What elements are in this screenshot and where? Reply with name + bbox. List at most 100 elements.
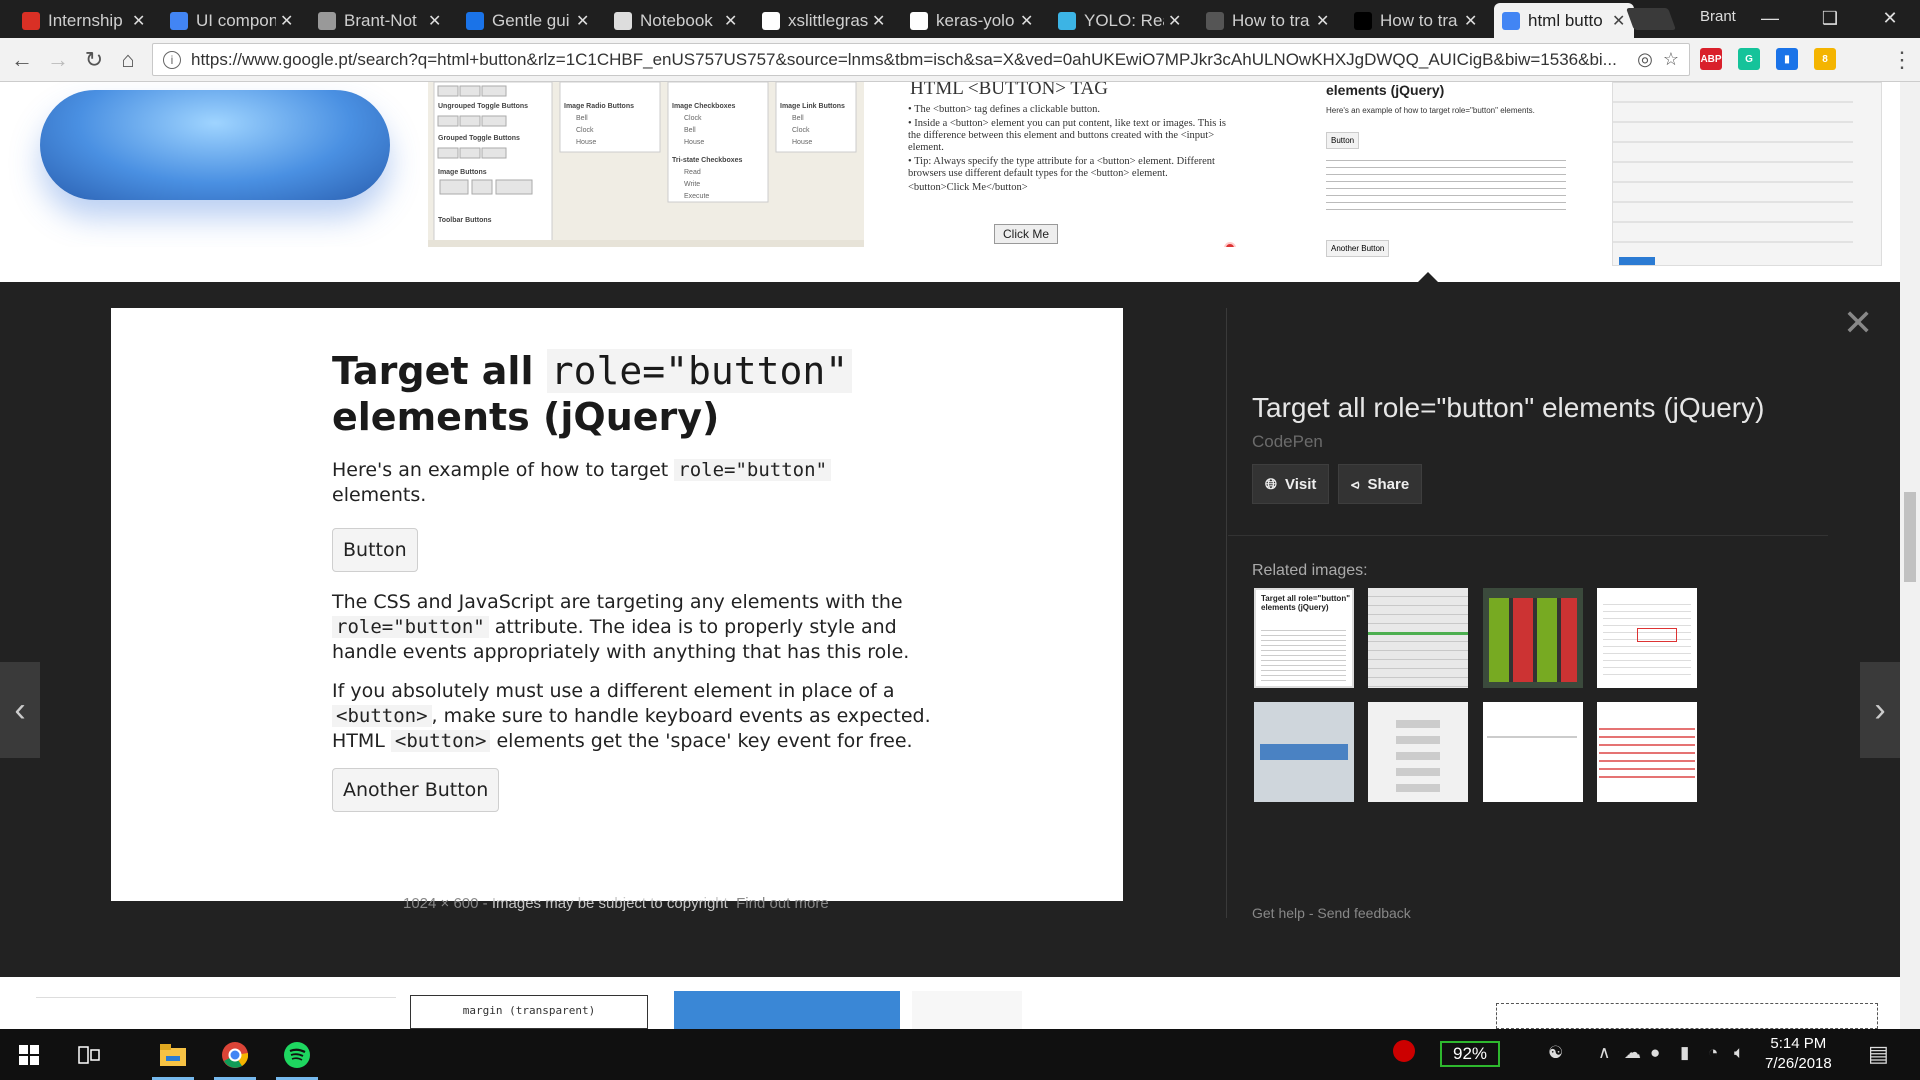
tab-close-icon[interactable]: ✕: [1316, 11, 1330, 31]
related-image-6[interactable]: [1368, 702, 1468, 802]
tab-10[interactable]: How to tra ✕: [1346, 3, 1486, 38]
form-settings-button: [1619, 257, 1655, 265]
next-image-arrow[interactable]: ›: [1860, 662, 1900, 758]
home-icon[interactable]: ⌂: [114, 46, 142, 74]
bottom-thumb-box-model[interactable]: [1496, 1003, 1878, 1029]
tab-4[interactable]: Gentle gui ✕: [458, 3, 598, 38]
related-image-7-line: [1487, 736, 1577, 738]
related-image-7[interactable]: [1483, 702, 1583, 802]
tab-close-icon[interactable]: ✕: [576, 11, 590, 31]
preview-heading-code: role="button": [546, 349, 853, 393]
file-explorer-icon[interactable]: [144, 1029, 202, 1080]
antivirus-tray-icon[interactable]: [1392, 1039, 1416, 1068]
people-icon[interactable]: ☯: [1548, 1043, 1563, 1063]
reload-icon[interactable]: ↻: [80, 46, 108, 74]
thumb-html-button-tag[interactable]: HTML <BUTTON> TAG • The <button> tag def…: [894, 82, 1254, 247]
selected-caret-icon: [1418, 272, 1438, 282]
new-tab-button[interactable]: [1625, 8, 1677, 30]
spotify-icon[interactable]: [268, 1029, 326, 1080]
close-window-button[interactable]: ✕: [1860, 0, 1920, 36]
tab-close-icon[interactable]: ✕: [132, 11, 146, 31]
related-image-4[interactable]: [1597, 588, 1697, 688]
bookmark-star-icon[interactable]: ☆: [1663, 49, 1679, 70]
windows-start-icon[interactable]: [0, 1029, 58, 1080]
close-viewer-icon[interactable]: ✕: [1843, 302, 1873, 344]
thumb-button-kit[interactable]: Ungrouped Toggle Buttons Grouped Toggle B…: [428, 82, 864, 247]
grammarly-icon[interactable]: G: [1738, 48, 1760, 70]
button-kit-image: Ungrouped Toggle Buttons Grouped Toggle B…: [428, 82, 864, 247]
address-bar[interactable]: i https://www.google.pt/search?q=html+bu…: [152, 43, 1690, 76]
tab-close-icon[interactable]: ✕: [1612, 11, 1626, 31]
forward-arrow-icon[interactable]: →: [44, 46, 72, 74]
tab-close-icon[interactable]: ✕: [1168, 11, 1182, 31]
action-center-icon[interactable]: ▤: [1868, 1041, 1889, 1067]
related-image-1[interactable]: Target all role="button" elements (jQuer…: [1254, 588, 1354, 688]
battery-tray-icon[interactable]: ▮: [1680, 1043, 1689, 1063]
image-title[interactable]: Target all role="button" elements (jQuer…: [1252, 392, 1812, 424]
chrome-menu-icon[interactable]: ⋮: [1888, 46, 1916, 74]
related-image-3[interactable]: [1483, 588, 1583, 688]
notes-ext-icon[interactable]: 8: [1814, 48, 1836, 70]
chrome-icon[interactable]: [206, 1029, 264, 1080]
location-icon[interactable]: ◎: [1637, 49, 1653, 70]
send-feedback-link[interactable]: Send feedback: [1317, 905, 1410, 921]
tab-8[interactable]: YOLO: Real✕: [1050, 3, 1190, 38]
address-url[interactable]: https://www.google.pt/search?q=html+butt…: [191, 50, 1637, 70]
tab-6[interactable]: xslittlegras ✕: [754, 3, 894, 38]
bottom-thumb-margin[interactable]: margin (transparent): [410, 995, 648, 1029]
share-button[interactable]: ⪦ Share: [1338, 464, 1423, 504]
show-hidden-icons[interactable]: ∧: [1598, 1043, 1610, 1063]
top-thumbnail-row: Ungrouped Toggle Buttons Grouped Toggle B…: [0, 82, 1900, 282]
tab-close-icon[interactable]: ✕: [280, 11, 294, 31]
tab-close-icon[interactable]: ✕: [1020, 11, 1034, 31]
related-image-5[interactable]: [1254, 702, 1354, 802]
task-view-icon[interactable]: [60, 1029, 118, 1080]
tab-close-icon[interactable]: ✕: [724, 11, 738, 31]
find-out-more-link[interactable]: Find out more: [736, 895, 829, 912]
svg-text:House: House: [684, 139, 704, 146]
page-scrollbar[interactable]: [1900, 82, 1920, 1029]
back-arrow-icon[interactable]: ←: [8, 46, 36, 74]
related-image-2[interactable]: [1368, 588, 1468, 688]
battery-indicator[interactable]: 92%: [1440, 1041, 1500, 1067]
tab-9[interactable]: How to tra ✕: [1198, 3, 1338, 38]
info-icon[interactable]: i: [163, 50, 181, 69]
volume-icon[interactable]: 🔈︎: [1734, 1043, 1744, 1063]
wifi-icon[interactable]: ◔: [1708, 1043, 1718, 1063]
bookmark-ext-icon[interactable]: ▮: [1776, 48, 1798, 70]
thumb-jquery-selected[interactable]: elements (jQuery) Here's an example of h…: [1318, 82, 1598, 282]
get-help-link[interactable]: Get help: [1252, 905, 1305, 921]
minimize-button[interactable]: —: [1740, 0, 1800, 36]
scrollbar-thumb[interactable]: [1904, 492, 1916, 582]
thumb-form-settings[interactable]: [1612, 82, 1882, 266]
bottom-thumb-4[interactable]: [912, 991, 1022, 1029]
bottom-thumb-1[interactable]: [36, 997, 396, 1029]
preview-image[interactable]: Target all role="button" elements (jQuer…: [111, 308, 1123, 901]
thumb-glossy-button[interactable]: [0, 82, 420, 247]
image-dimensions: 1024 × 600: [403, 895, 479, 912]
tab-1[interactable]: Internship ✕: [14, 3, 154, 38]
tab-close-icon[interactable]: ✕: [428, 11, 442, 31]
tab-5[interactable]: Notebook ✕: [606, 3, 746, 38]
app-tray-icon[interactable]: ●: [1650, 1043, 1660, 1063]
tab-7[interactable]: keras-yolo ✕: [902, 3, 1042, 38]
previous-image-arrow[interactable]: ‹: [0, 662, 40, 758]
jq-thumb-text: Here's an example of how to target role=…: [1326, 106, 1535, 115]
adblock-icon[interactable]: ABP: [1700, 48, 1722, 70]
tab-close-icon[interactable]: ✕: [872, 11, 886, 31]
tab-close-icon[interactable]: ✕: [1464, 11, 1478, 31]
system-clock[interactable]: 5:14 PM 7/26/2018: [1765, 1034, 1832, 1074]
profile-name[interactable]: Brant: [1700, 8, 1736, 25]
image-source[interactable]: CodePen: [1252, 432, 1323, 452]
p3-code-2: <button>: [390, 730, 491, 752]
visit-label: Visit: [1285, 475, 1317, 493]
tab-3[interactable]: Brant-Not ✕: [310, 3, 450, 38]
cloud-sync-icon[interactable]: ☁: [1624, 1043, 1641, 1063]
clock-date: 7/26/2018: [1765, 1055, 1832, 1072]
tab-2[interactable]: UI compon ✕: [162, 3, 302, 38]
visit-button[interactable]: 🌐︎ Visit: [1252, 464, 1330, 504]
related-image-8[interactable]: [1597, 702, 1697, 802]
maximize-button[interactable]: ❑: [1800, 0, 1860, 36]
tab-11[interactable]: html butto ✕: [1494, 3, 1634, 38]
bottom-thumb-blue[interactable]: [674, 991, 900, 1029]
